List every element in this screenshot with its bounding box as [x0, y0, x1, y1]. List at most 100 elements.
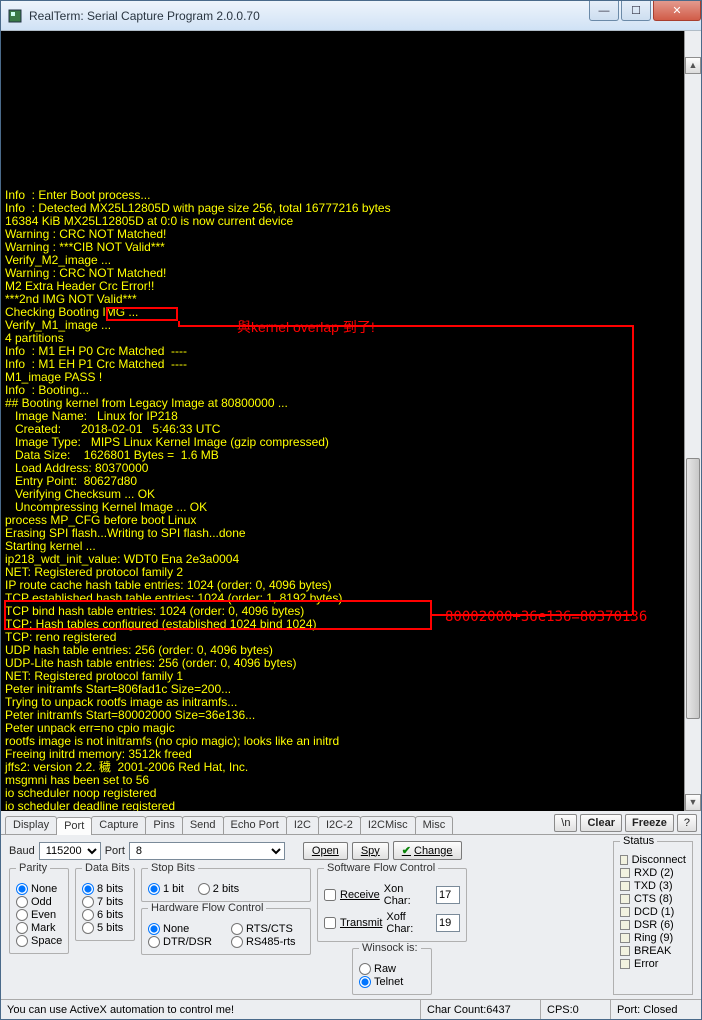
radio-label: Raw: [374, 963, 396, 975]
status-dcd-1-: DCD (1): [620, 906, 686, 918]
status-txd-3-: TXD (3): [620, 880, 686, 892]
hwflow-none[interactable]: [148, 923, 160, 935]
tab-i2cmisc[interactable]: I2CMisc: [360, 816, 416, 834]
hwflow-rs485-rts[interactable]: [231, 936, 243, 948]
receive-checkbox[interactable]: [324, 889, 336, 901]
transmit-checkbox[interactable]: [324, 917, 336, 929]
radio-label: None: [163, 923, 189, 935]
port-select[interactable]: 8: [129, 842, 285, 860]
status-label: Disconnect: [632, 854, 686, 866]
hwflow-dtr-dsr[interactable]: [148, 936, 160, 948]
scroll-thumb[interactable]: [686, 458, 700, 719]
open-button[interactable]: Open: [303, 842, 348, 860]
radio-label: RS485-rts: [246, 936, 296, 948]
tab-pins[interactable]: Pins: [145, 816, 182, 834]
status-hint: You can use ActiveX automation to contro…: [1, 1000, 421, 1019]
radio-label: 7 bits: [97, 896, 123, 908]
winsock-group: Winsock is: RawTelnet: [352, 948, 432, 995]
radio-label: 5 bits: [97, 922, 123, 934]
winsock-raw[interactable]: [359, 963, 371, 975]
tab-capture[interactable]: Capture: [91, 816, 146, 834]
databits-7-bits[interactable]: [82, 896, 94, 908]
parity-group: Parity NoneOddEvenMarkSpace: [9, 868, 69, 954]
status-label: RXD (2): [634, 867, 674, 879]
radio-label: 2 bits: [213, 883, 239, 895]
parity-none[interactable]: [16, 883, 28, 895]
stopbits-1-bit[interactable]: [148, 883, 160, 895]
tab-i2c-2[interactable]: I2C-2: [318, 816, 361, 834]
status-char-count: Char Count:6437: [421, 1000, 541, 1019]
xon-input[interactable]: [436, 886, 460, 904]
status-cps: CPS:0: [541, 1000, 611, 1019]
status-cts-8-: CTS (8): [620, 893, 686, 905]
radio-label: Space: [31, 935, 62, 947]
tab-misc[interactable]: Misc: [415, 816, 454, 834]
status-label: DSR (6): [634, 919, 674, 931]
app-icon: [7, 8, 23, 24]
app-window: RealTerm: Serial Capture Program 2.0.0.7…: [0, 0, 702, 1020]
status-port: Port: Closed: [611, 1000, 701, 1019]
xoff-input[interactable]: [436, 914, 460, 932]
status-dsr-6-: DSR (6): [620, 919, 686, 931]
tab-echo-port[interactable]: Echo Port: [223, 816, 287, 834]
terminal-scrollbar[interactable]: ▲ ▼: [684, 31, 701, 811]
tab-send[interactable]: Send: [182, 816, 224, 834]
parity-even[interactable]: [16, 909, 28, 921]
terminal-line: io scheduler deadline registered: [5, 800, 697, 811]
maximize-button[interactable]: ☐: [621, 1, 651, 21]
led-icon: [620, 933, 630, 943]
minimize-button[interactable]: —: [589, 1, 619, 21]
databits-6-bits[interactable]: [82, 909, 94, 921]
window-controls: — ☐ ✕: [589, 1, 701, 30]
led-icon: [620, 881, 630, 891]
swflow-group: Software Flow Control Receive Xon Char: …: [317, 868, 467, 942]
help-button[interactable]: ?: [677, 814, 697, 832]
clear-button[interactable]: Clear: [580, 814, 622, 832]
tab-i2c[interactable]: I2C: [286, 816, 319, 834]
spy-button[interactable]: Spy: [352, 842, 389, 860]
change-button[interactable]: ✔Change: [393, 841, 462, 860]
tab-port[interactable]: Port: [56, 817, 92, 835]
status-label: CTS (8): [634, 893, 673, 905]
radio-label: Even: [31, 909, 56, 921]
radio-label: Mark: [31, 922, 55, 934]
freeze-button[interactable]: Freeze: [625, 814, 674, 832]
tab-display[interactable]: Display: [5, 816, 57, 834]
terminal-line: Verify_M1_image ...: [5, 319, 697, 332]
databits-8-bits[interactable]: [82, 883, 94, 895]
status-label: BREAK: [634, 945, 671, 957]
parity-space[interactable]: [16, 935, 28, 947]
radio-label: Odd: [31, 896, 52, 908]
statusbar: You can use ActiveX automation to contro…: [1, 999, 701, 1019]
radio-label: None: [31, 883, 57, 895]
port-panel: Baud 115200 Port 8 Open Spy ✔Change Pari…: [1, 835, 701, 999]
databits-5-bits[interactable]: [82, 922, 94, 934]
stopbits-group: Stop Bits 1 bit2 bits: [141, 868, 311, 902]
radio-label: 6 bits: [97, 909, 123, 921]
radio-label: Telnet: [374, 976, 403, 988]
window-title: RealTerm: Serial Capture Program 2.0.0.7…: [29, 9, 589, 23]
parity-mark[interactable]: [16, 922, 28, 934]
radio-label: RTS/CTS: [246, 923, 293, 935]
hwflow-rts-cts[interactable]: [231, 923, 243, 935]
scroll-down-arrow[interactable]: ▼: [685, 794, 701, 811]
winsock-telnet[interactable]: [359, 976, 371, 988]
terminal-line: Info : M1 EH P1 Crc Matched ----: [5, 358, 697, 371]
parity-odd[interactable]: [16, 896, 28, 908]
status-ring-9-: Ring (9): [620, 932, 686, 944]
led-icon: [620, 894, 630, 904]
led-icon: [620, 855, 628, 865]
tab-bar: DisplayPortCapturePinsSendEcho PortI2CI2…: [1, 811, 701, 835]
stopbits-2-bits[interactable]: [198, 883, 210, 895]
led-icon: [620, 920, 630, 930]
baud-select[interactable]: 115200: [39, 842, 101, 860]
baud-label: Baud: [9, 845, 35, 857]
terminal-line: M1_image PASS !: [5, 371, 697, 384]
terminal-line: Erasing SPI flash...Writing to SPI flash…: [5, 527, 697, 540]
close-button[interactable]: ✕: [653, 1, 701, 21]
titlebar: RealTerm: Serial Capture Program 2.0.0.7…: [1, 1, 701, 31]
led-icon: [620, 907, 630, 917]
port-label: Port: [105, 845, 125, 857]
status-label: Error: [634, 958, 658, 970]
newline-button[interactable]: \n: [554, 814, 577, 832]
